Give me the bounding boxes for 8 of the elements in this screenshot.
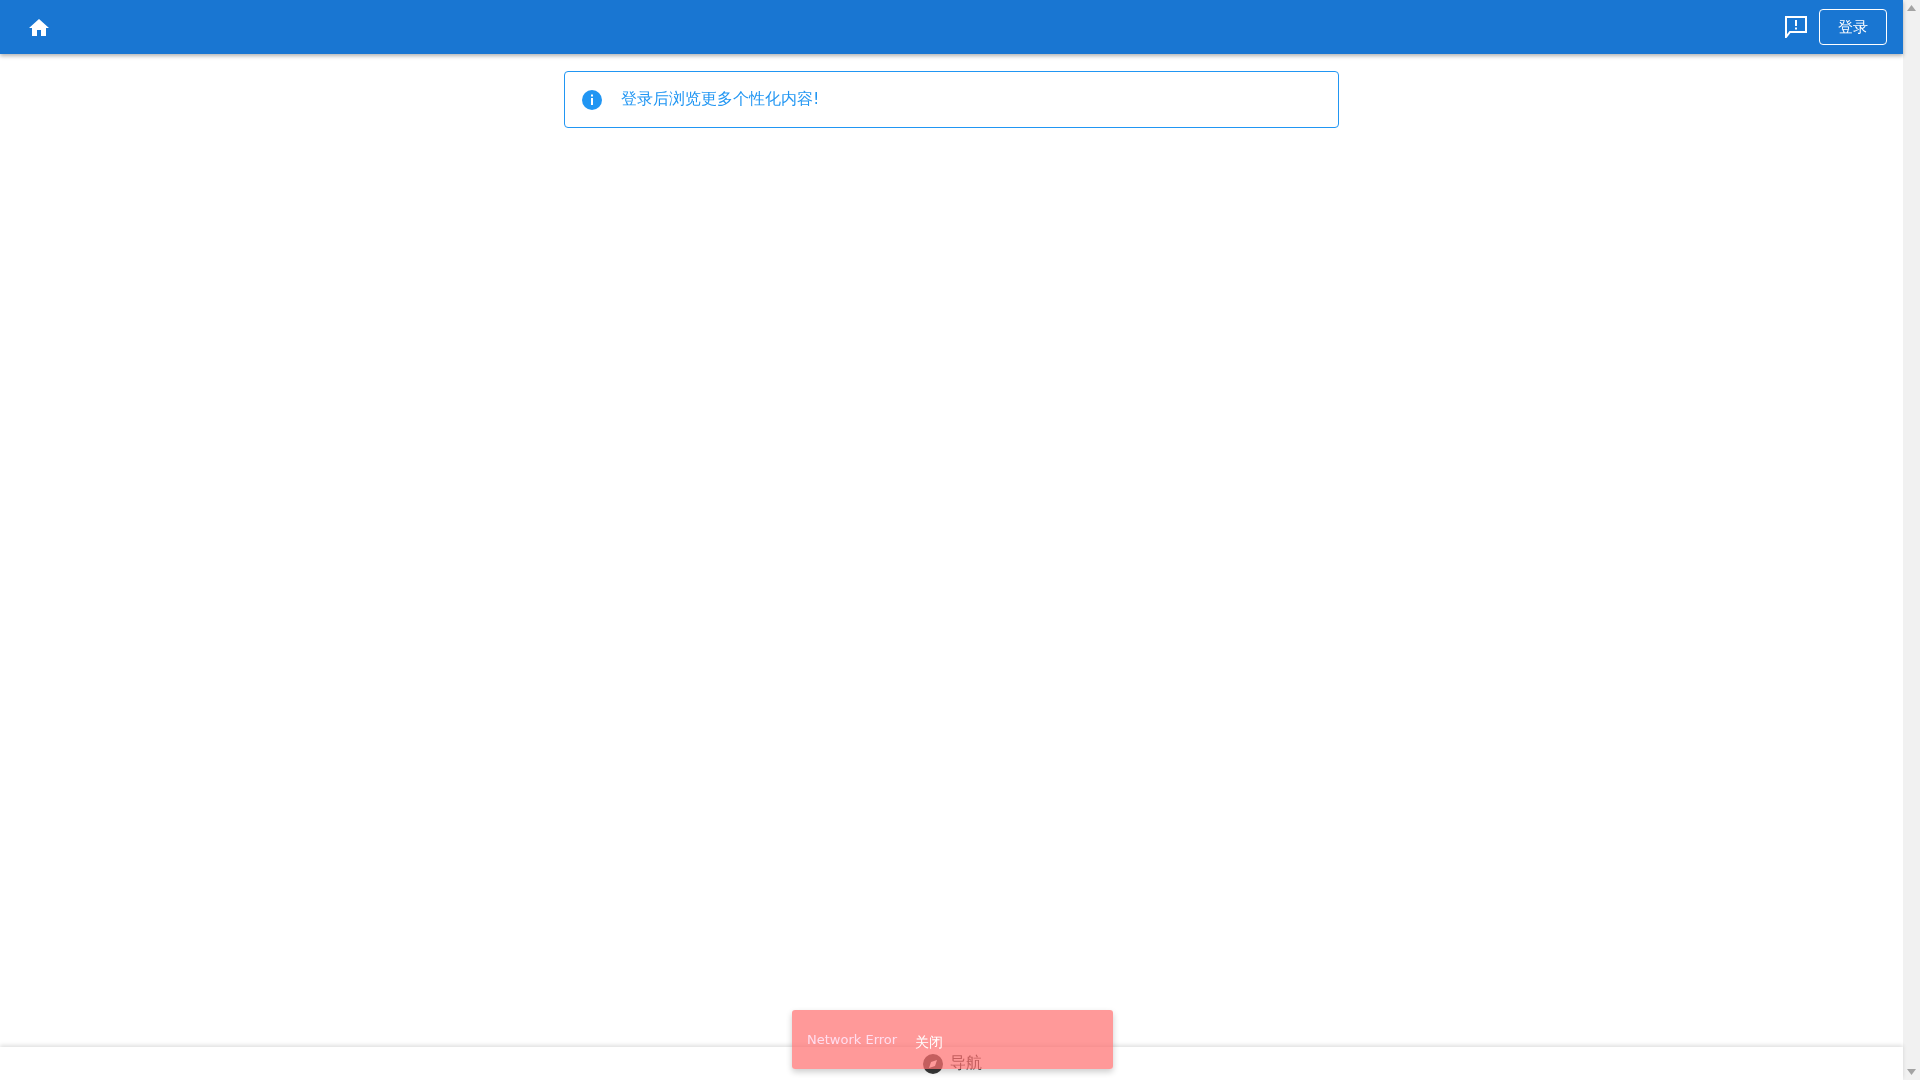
feedback-icon[interactable]: [1785, 16, 1807, 38]
login-button[interactable]: 登录: [1819, 9, 1887, 45]
scroll-down-icon[interactable]: [1907, 1069, 1916, 1075]
scroll-up-icon[interactable]: [1907, 5, 1916, 11]
snackbar-message: Network Error: [807, 1032, 898, 1047]
home-icon[interactable]: [29, 18, 49, 36]
info-icon: [581, 88, 603, 111]
alert-text: 登录后浏览更多个性化内容!: [621, 89, 820, 110]
